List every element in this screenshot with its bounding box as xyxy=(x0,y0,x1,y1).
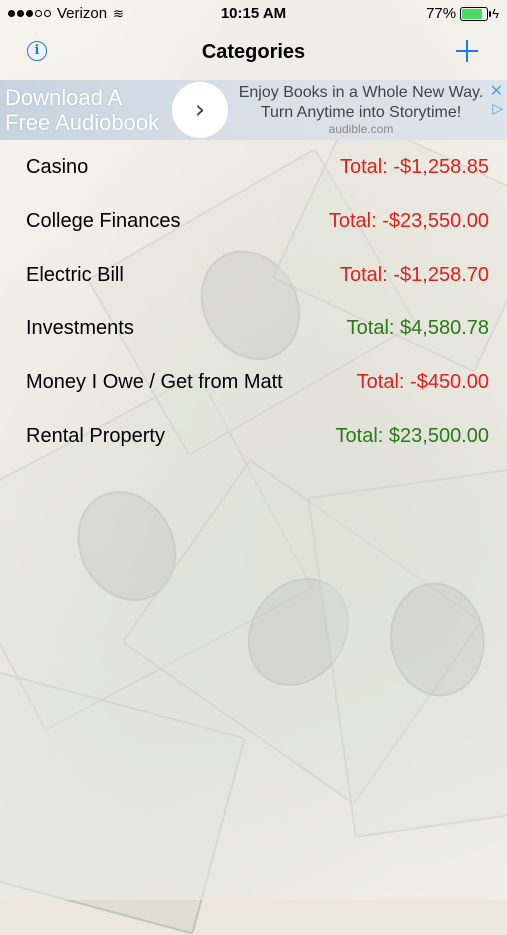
category-name: College Finances xyxy=(26,209,181,232)
ad-banner[interactable]: Download A Free Audiobook › Enjoy Books … xyxy=(0,80,507,140)
ad-body-line2: Turn Anytime into Storytime! xyxy=(260,104,462,121)
category-row[interactable]: Money I Owe / Get from Matt Total: -$450… xyxy=(0,355,507,409)
category-name: Investments xyxy=(26,317,134,340)
category-total: Total: -$1,258.85 xyxy=(340,156,489,178)
navigation-bar: i Categories xyxy=(0,28,507,78)
category-row[interactable]: Electric Bill Total: -$1,258.70 xyxy=(0,248,507,302)
page-title: Categories xyxy=(201,41,306,63)
ad-headline-line1: Download A xyxy=(5,85,123,110)
category-total: Total: $4,580.78 xyxy=(346,317,489,340)
category-name: Rental Property xyxy=(26,424,165,447)
charging-icon: ϟ xyxy=(492,6,499,21)
category-total: Total: -$23,550.00 xyxy=(328,209,489,232)
category-row[interactable]: College Finances Total: -$23,550.00 xyxy=(0,194,507,248)
status-bar: Verizon ≋ 10:15 AM 77% ϟ xyxy=(0,0,507,28)
category-name: Electric Bill xyxy=(26,263,124,286)
ad-open-button[interactable]: › xyxy=(172,82,228,138)
category-row[interactable]: Investments Total: $4,580.78 xyxy=(0,301,507,355)
battery-percent: 77% xyxy=(426,5,457,22)
category-name: Money I Owe / Get from Matt xyxy=(26,371,283,394)
category-row[interactable]: Rental Property Total: $23,500.00 xyxy=(0,409,507,463)
category-total: Total: -$1,258.70 xyxy=(340,263,489,286)
ad-body: Enjoy Books in a Whole New Way. Turn Any… xyxy=(232,83,490,123)
close-icon[interactable]: ✕ xyxy=(490,81,503,101)
ad-body-line1: Enjoy Books in a Whole New Way. xyxy=(238,84,484,101)
category-list: Casino Total: -$1,258.85 College Finance… xyxy=(0,140,507,463)
battery-icon xyxy=(460,6,492,21)
category-row[interactable]: Casino Total: -$1,258.85 xyxy=(0,140,507,194)
ad-headline-line2: Free Audiobook xyxy=(5,110,160,135)
adchoices-icon[interactable]: ▷ xyxy=(492,100,503,117)
ad-headline: Download A Free Audiobook xyxy=(5,85,159,135)
add-category-button[interactable] xyxy=(456,40,478,62)
chevron-right-icon: › xyxy=(194,95,206,125)
category-name: Casino xyxy=(26,156,89,178)
category-total: Total: -$450.00 xyxy=(356,371,489,394)
ad-domain: audible.com xyxy=(328,122,394,136)
category-total: Total: $23,500.00 xyxy=(335,424,489,447)
